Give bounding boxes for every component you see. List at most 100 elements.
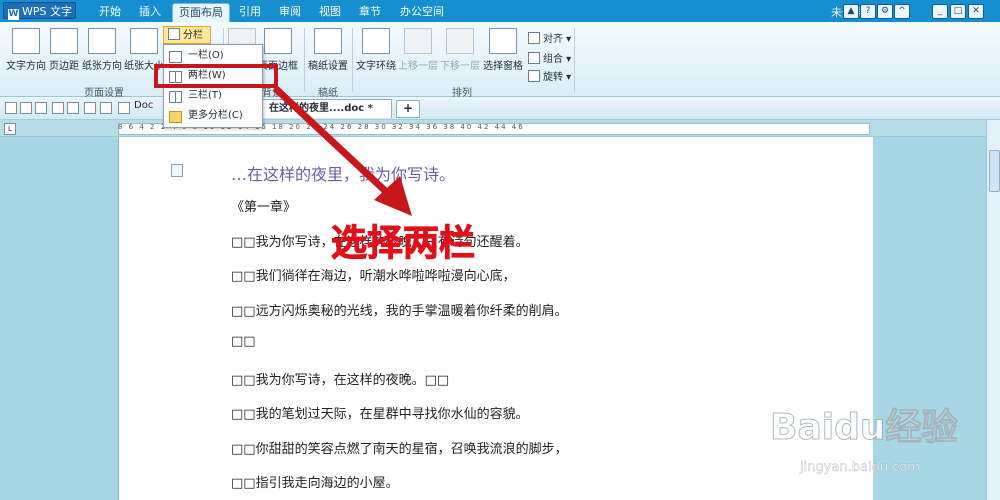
orientation-label: 纸张方向 bbox=[82, 61, 122, 72]
margins-icon bbox=[50, 28, 78, 54]
group-icon bbox=[528, 52, 540, 64]
minimize-ribbon-icon[interactable]: ^ bbox=[894, 4, 910, 19]
ribbon: 文字方向 页边距 纸张方向 纸张大小 页面设置 分栏 ▾ 页面边框 背景 稿纸设… bbox=[0, 22, 1000, 99]
document-line: 《第一章》 bbox=[231, 200, 297, 215]
columns-icon bbox=[168, 28, 180, 40]
tab-stop-selector[interactable]: L bbox=[4, 123, 16, 135]
open-icon[interactable] bbox=[20, 102, 32, 114]
columns-label: 分栏 bbox=[183, 30, 203, 41]
align-icon bbox=[528, 32, 540, 44]
print-icon[interactable] bbox=[52, 102, 64, 114]
tab-references[interactable]: 引用 bbox=[232, 3, 268, 22]
customize-icon[interactable] bbox=[118, 102, 130, 114]
bring-forward-icon bbox=[404, 28, 432, 54]
rotate-label: 旋转 bbox=[543, 72, 563, 83]
annotation-text: 选择两栏 bbox=[330, 223, 476, 265]
align-button[interactable]: 对齐 ▾ bbox=[528, 30, 571, 45]
baidu-watermark-url: jingyan.baidu.com bbox=[800, 460, 920, 475]
group-button[interactable]: 组合 ▾ bbox=[528, 50, 571, 65]
help-icon[interactable]: ? bbox=[860, 4, 876, 19]
highlight-box bbox=[154, 64, 278, 88]
undo-icon[interactable] bbox=[84, 102, 96, 114]
tab-page-layout[interactable]: 页面布局 bbox=[172, 3, 230, 23]
new-doc-icon[interactable] bbox=[5, 102, 17, 114]
bring-forward-button[interactable]: 上移一层 bbox=[398, 28, 438, 72]
orientation-icon bbox=[88, 28, 116, 54]
redo-icon[interactable] bbox=[100, 102, 112, 114]
scroll-thumb[interactable] bbox=[989, 150, 1000, 192]
baidu-watermark-logo: Baidu经验 bbox=[769, 407, 958, 449]
page-border-icon bbox=[264, 28, 292, 54]
group-label: 组合 bbox=[543, 54, 563, 65]
selection-pane-label: 选择窗格 bbox=[483, 61, 523, 72]
dropdown-item-label: 更多分栏(C) bbox=[188, 110, 243, 121]
vertical-scrollbar[interactable] bbox=[986, 120, 1000, 500]
print-preview-icon[interactable] bbox=[67, 102, 79, 114]
text-direction-button[interactable]: 文字方向 bbox=[6, 28, 46, 72]
tab-review[interactable]: 审阅 bbox=[272, 3, 308, 22]
tab-doc-active[interactable]: 在这样的夜里....doc * bbox=[262, 99, 392, 118]
tab-office-space[interactable]: 办公空间 bbox=[394, 3, 450, 22]
three-columns-icon bbox=[169, 91, 182, 103]
separator bbox=[574, 28, 575, 92]
save-icon[interactable] bbox=[35, 102, 47, 114]
tab-insert[interactable]: 插入 bbox=[132, 3, 168, 22]
one-column-icon bbox=[169, 51, 182, 63]
title-bar: WWPS 文字 ▾ 开始 插入 页面布局 引用 审阅 视图 章节 办公空间 未登… bbox=[0, 0, 1000, 35]
send-backward-icon bbox=[446, 28, 474, 54]
separator bbox=[304, 28, 305, 92]
dropdown-item-label: 三栏(T) bbox=[188, 90, 222, 101]
document-heading: …在这样的夜里，我为你写诗。 bbox=[231, 165, 456, 184]
separator bbox=[352, 28, 353, 92]
settings-icon[interactable]: ⚙ bbox=[877, 4, 893, 19]
align-label: 对齐 bbox=[543, 34, 563, 45]
dropdown-item-three-columns[interactable]: 三栏(T) bbox=[164, 87, 262, 105]
left-margin-area bbox=[0, 137, 118, 500]
text-wrap-button[interactable]: 文字环绕 bbox=[356, 28, 396, 72]
ruler: 8 6 4 2 2 4 6 8 10 12 14 16 18 20 22 24 … bbox=[0, 120, 1000, 137]
add-tab-button[interactable]: + bbox=[396, 100, 420, 118]
document-line: □□我们徜徉在海边，听潮水哗啦哗啦漫向心底， bbox=[231, 269, 516, 284]
minimize-icon[interactable]: _ bbox=[932, 4, 948, 19]
bring-forward-label: 上移一层 bbox=[398, 61, 438, 72]
app-title: WPS 文字 bbox=[22, 5, 72, 18]
manuscript-icon bbox=[314, 28, 342, 54]
tab-doc-inactive[interactable]: Doc bbox=[134, 100, 153, 111]
tab-chapter[interactable]: 章节 bbox=[352, 3, 388, 22]
text-direction-label: 文字方向 bbox=[6, 61, 46, 72]
margins-button[interactable]: 页边距 bbox=[48, 28, 80, 72]
manuscript-settings-button[interactable]: 稿纸设置 bbox=[308, 28, 348, 72]
tab-home[interactable]: 开始 bbox=[92, 3, 128, 22]
document-line: □□指引我走向海边的小屋。 bbox=[231, 476, 399, 491]
send-backward-label: 下移一层 bbox=[440, 61, 480, 72]
maximize-icon[interactable]: □ bbox=[950, 4, 966, 19]
skin-icon[interactable]: ▲ bbox=[843, 4, 859, 19]
selection-pane-button[interactable]: 选择窗格 bbox=[482, 28, 524, 72]
columns-button[interactable]: 分栏 ▾ bbox=[163, 26, 211, 59]
document-line: □□你甜甜的笑容点燃了南天的星宿，召唤我流浪的脚步， bbox=[231, 442, 568, 457]
app-menu-button[interactable]: WWPS 文字 ▾ bbox=[3, 2, 76, 35]
tab-view[interactable]: 视图 bbox=[312, 3, 348, 22]
document-line: □□ bbox=[231, 334, 256, 349]
margins-label: 页边距 bbox=[49, 61, 79, 72]
document-line: □□远方闪烁奥秘的光线，我的手掌温暖着你纤柔的削肩。 bbox=[231, 304, 568, 319]
paragraph-handle-icon[interactable] bbox=[171, 164, 183, 177]
dropdown-item-label: 一栏(O) bbox=[188, 50, 224, 61]
text-direction-icon bbox=[12, 28, 40, 54]
more-columns-icon bbox=[169, 111, 182, 123]
text-wrap-label: 文字环绕 bbox=[356, 61, 396, 72]
dropdown-item-one-column[interactable]: 一栏(O) bbox=[164, 47, 262, 65]
manuscript-settings-label: 稿纸设置 bbox=[308, 61, 348, 72]
send-backward-button[interactable]: 下移一层 bbox=[440, 28, 480, 72]
close-icon[interactable]: ✕ bbox=[968, 4, 984, 19]
document-line: □□我的笔划过天际，在星群中寻找你水仙的容貌。 bbox=[231, 407, 529, 422]
dropdown-item-more-columns[interactable]: 更多分栏(C) bbox=[164, 107, 262, 125]
text-wrap-icon bbox=[362, 28, 390, 54]
document-line: □□我为你写诗，在这样的夜晚。□□ bbox=[231, 373, 450, 388]
orientation-button[interactable]: 纸张方向 bbox=[82, 28, 122, 72]
wps-logo-icon: W bbox=[8, 9, 19, 20]
rotate-icon bbox=[528, 70, 540, 82]
paper-size-icon bbox=[130, 28, 158, 54]
rotate-button[interactable]: 旋转 ▾ bbox=[528, 68, 571, 83]
selection-pane-icon bbox=[489, 28, 517, 54]
